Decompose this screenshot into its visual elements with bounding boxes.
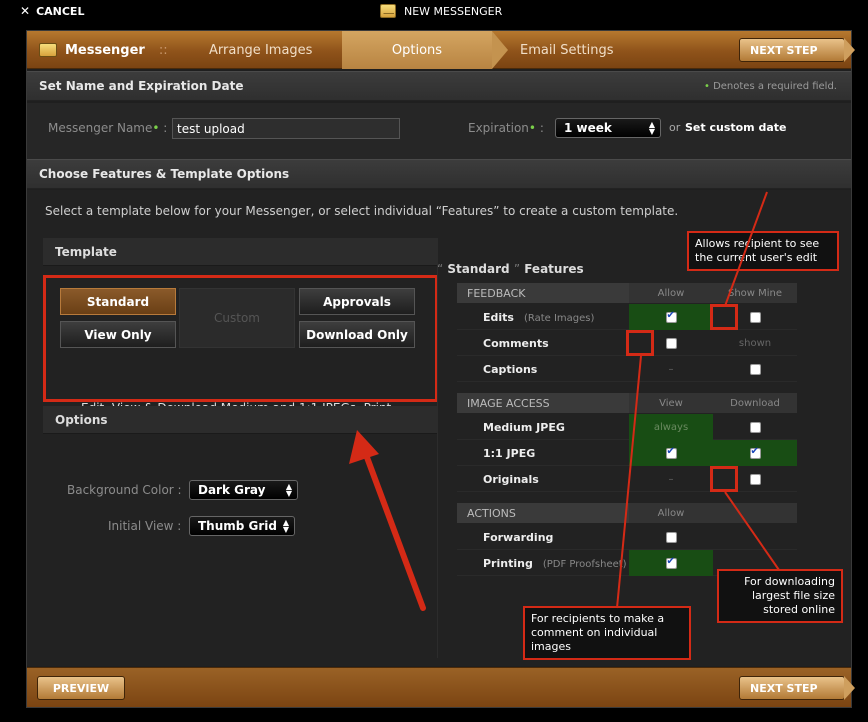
expiration-value: 1 week bbox=[564, 121, 612, 135]
footer-bar: PREVIEW NEXT STEP bbox=[27, 667, 855, 707]
preview-button[interactable]: PREVIEW bbox=[37, 676, 125, 700]
messenger-icon bbox=[380, 4, 396, 18]
window-title-text: NEW MESSENGER bbox=[404, 4, 503, 18]
section-features: Choose Features & Template Options bbox=[27, 159, 851, 189]
step-arrange-images[interactable]: Arrange Images bbox=[209, 31, 312, 69]
required-note: • Denotes a required field. bbox=[704, 81, 837, 92]
step-nav: Messenger :: Arrange Images Options Emai… bbox=[27, 31, 855, 69]
template-arrow-head bbox=[349, 430, 379, 464]
section-title: Choose Features & Template Options bbox=[39, 167, 290, 181]
required-note-text: Denotes a required field. bbox=[713, 80, 837, 92]
features-panel: Select a template below for your Messeng… bbox=[27, 190, 851, 666]
required-dot-icon: • bbox=[152, 121, 160, 135]
set-custom-date-link[interactable]: Set custom date bbox=[685, 121, 787, 134]
close-icon: ✕ bbox=[20, 4, 31, 18]
step-email-settings[interactable]: Email Settings bbox=[520, 31, 614, 69]
template-arrow-shaft bbox=[362, 449, 426, 611]
required-dot-icon: • bbox=[704, 80, 714, 92]
next-step-button[interactable]: NEXT STEP bbox=[739, 38, 855, 62]
showmine-pointer-line bbox=[724, 191, 768, 307]
name-expiration-row: Messenger Name• : Expiration• : 1 week ▲… bbox=[27, 103, 851, 159]
step-messenger-label: Messenger bbox=[65, 42, 145, 58]
next-step-button-bottom[interactable]: NEXT STEP bbox=[739, 676, 855, 700]
section-title: Set Name and Expiration Date bbox=[39, 79, 244, 93]
section-name-expiration: Set Name and Expiration Date • Denotes a… bbox=[27, 71, 851, 101]
cancel-button[interactable]: ✕ CANCEL bbox=[20, 4, 84, 18]
originals-pointer-line bbox=[724, 491, 780, 571]
messenger-name-input[interactable] bbox=[172, 118, 400, 139]
expiration-label: Expiration• : bbox=[468, 121, 544, 135]
expiration-select[interactable]: 1 week ▲ ▼ bbox=[555, 118, 661, 138]
step-separator: :: bbox=[158, 42, 168, 58]
updown-arrow-icon: ▲ ▼ bbox=[648, 120, 655, 136]
or-text: or bbox=[669, 121, 681, 134]
step-options[interactable]: Options bbox=[342, 31, 508, 69]
messenger-name-label: Messenger Name• : bbox=[48, 121, 168, 135]
comments-pointer-line bbox=[616, 355, 642, 609]
required-dot-icon: • bbox=[528, 121, 536, 135]
step-messenger[interactable]: Messenger :: bbox=[39, 31, 168, 69]
annotation-arrows bbox=[349, 191, 780, 611]
messenger-icon bbox=[39, 43, 57, 57]
cancel-label: CANCEL bbox=[36, 4, 85, 18]
messenger-name-label-text: Messenger Name bbox=[48, 121, 153, 135]
window-title: NEW MESSENGER bbox=[380, 4, 502, 18]
expiration-label-text: Expiration bbox=[468, 121, 529, 135]
messenger-dialog: Messenger :: Arrange Images Options Emai… bbox=[26, 30, 855, 708]
window-titlebar: ✕ CANCEL NEW MESSENGER bbox=[0, 0, 868, 24]
